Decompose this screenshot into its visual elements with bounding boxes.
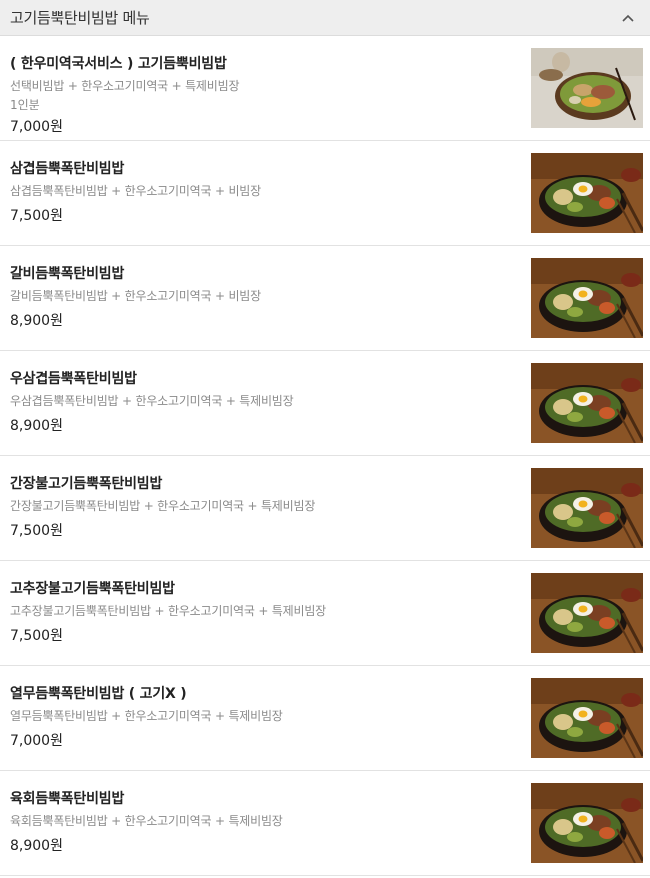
menu-item-name: 열무듬뿍폭탄비빔밥 ( 고기X ) [10,686,187,702]
menu-item-description: 갈비듬뿍폭탄비빔밥 + 한우소고기미역국 + 비빔장 [10,289,261,303]
menu-item-name: 삼겹듬뿍폭탄비빔밥 [10,161,125,177]
menu-item-text: 열무듬뿍폭탄비빔밥 ( 고기X ) 열무듬뿍폭탄비빔밥 + 한우소고기미역국 +… [10,683,510,750]
menu-item-text: ( 한우미역국서비스 ) 고기듬뿍비빔밥 선택비빔밥 + 한우소고기미역국 + … [10,53,510,136]
menu-section-title: 고기듬뿍탄비빔밥 메뉴 [10,9,150,27]
menu-item-text: 갈비듬뿍폭탄비빔밥 갈비듬뿍폭탄비빔밥 + 한우소고기미역국 + 비빔장 8,9… [10,263,510,330]
chevron-up-icon[interactable] [616,6,640,30]
menu-item-price: 7,500원 [10,523,63,539]
menu-item-name: 육회듬뿍폭탄비빔밥 [10,791,125,807]
menu-list: ( 한우미역국서비스 ) 고기듬뿍비빔밥 선택비빔밥 + 한우소고기미역국 + … [0,36,650,876]
menu-item-description: 삼겹듬뿍폭탄비빔밥 + 한우소고기미역국 + 비빔장 [10,184,261,198]
menu-item-name: 우삼겹듬뿍폭탄비빔밥 [10,371,137,387]
menu-item[interactable]: 삼겹듬뿍폭탄비빔밥 삼겹듬뿍폭탄비빔밥 + 한우소고기미역국 + 비빔장 7,5… [0,141,650,246]
menu-section-header[interactable]: 고기듬뿍탄비빔밥 메뉴 [0,0,650,36]
menu-item-description: 선택비빔밥 + 한우소고기미역국 + 특제비빔장 [10,79,240,93]
menu-item-serving: 1인분 [10,98,40,112]
menu-item-price: 7,000원 [10,119,63,135]
menu-item-price: 8,900원 [10,313,63,329]
menu-item-description: 우삼겹듬뿍폭탄비빔밥 + 한우소고기미역국 + 특제비빔장 [10,394,294,408]
menu-item-price: 7,000원 [10,733,63,749]
menu-item[interactable]: 간장불고기듬뿍폭탄비빔밥 간장불고기듬뿍폭탄비빔밥 + 한우소고기미역국 + 특… [0,456,650,561]
menu-item[interactable]: 열무듬뿍폭탄비빔밥 ( 고기X ) 열무듬뿍폭탄비빔밥 + 한우소고기미역국 +… [0,666,650,771]
menu-item-text: 간장불고기듬뿍폭탄비빔밥 간장불고기듬뿍폭탄비빔밥 + 한우소고기미역국 + 특… [10,473,510,540]
menu-item-name: 고추장불고기듬뿍폭탄비빔밥 [10,581,175,597]
menu-item-description: 고추장불고기듬뿍폭탄비빔밥 + 한우소고기미역국 + 특제비빔장 [10,604,327,618]
menu-item[interactable]: 고추장불고기듬뿍폭탄비빔밥 고추장불고기듬뿍폭탄비빔밥 + 한우소고기미역국 +… [0,561,650,666]
menu-item-text: 고추장불고기듬뿍폭탄비빔밥 고추장불고기듬뿍폭탄비빔밥 + 한우소고기미역국 +… [10,578,510,645]
menu-item-description: 간장불고기듬뿍폭탄비빔밥 + 한우소고기미역국 + 특제비빔장 [10,499,316,513]
menu-item-text: 삼겹듬뿍폭탄비빔밥 삼겹듬뿍폭탄비빔밥 + 한우소고기미역국 + 비빔장 7,5… [10,158,510,225]
menu-item-photo[interactable] [531,468,643,548]
menu-item-photo[interactable] [531,258,643,338]
menu-item-photo[interactable] [531,783,643,863]
menu-item-description: 육회듬뿍폭탄비빔밥 + 한우소고기미역국 + 특제비빔장 [10,814,283,828]
menu-item-price: 7,500원 [10,208,63,224]
menu-item[interactable]: 갈비듬뿍폭탄비빔밥 갈비듬뿍폭탄비빔밥 + 한우소고기미역국 + 비빔장 8,9… [0,246,650,351]
menu-item-photo[interactable] [531,153,643,233]
menu-item-photo[interactable] [531,678,643,758]
menu-item-photo[interactable] [531,48,643,128]
menu-item-price: 7,500원 [10,628,63,644]
menu-item-price: 8,900원 [10,418,63,434]
menu-item-price: 8,900원 [10,838,63,854]
menu-item[interactable]: ( 한우미역국서비스 ) 고기듬뿍비빔밥 선택비빔밥 + 한우소고기미역국 + … [0,36,650,141]
menu-item-name: 갈비듬뿍폭탄비빔밥 [10,266,125,282]
menu-item-name: 간장불고기듬뿍폭탄비빔밥 [10,476,163,492]
menu-item-photo[interactable] [531,363,643,443]
menu-item-description: 열무듬뿍폭탄비빔밥 + 한우소고기미역국 + 특제비빔장 [10,709,283,723]
menu-item-name: ( 한우미역국서비스 ) 고기듬뿍비빔밥 [10,56,227,72]
menu-item-photo[interactable] [531,573,643,653]
menu-item[interactable]: 우삼겹듬뿍폭탄비빔밥 우삼겹듬뿍폭탄비빔밥 + 한우소고기미역국 + 특제비빔장… [0,351,650,456]
menu-item[interactable]: 육회듬뿍폭탄비빔밥 육회듬뿍폭탄비빔밥 + 한우소고기미역국 + 특제비빔장 8… [0,771,650,876]
menu-item-text: 육회듬뿍폭탄비빔밥 육회듬뿍폭탄비빔밥 + 한우소고기미역국 + 특제비빔장 8… [10,788,510,855]
menu-item-text: 우삼겹듬뿍폭탄비빔밥 우삼겹듬뿍폭탄비빔밥 + 한우소고기미역국 + 특제비빔장… [10,368,510,435]
